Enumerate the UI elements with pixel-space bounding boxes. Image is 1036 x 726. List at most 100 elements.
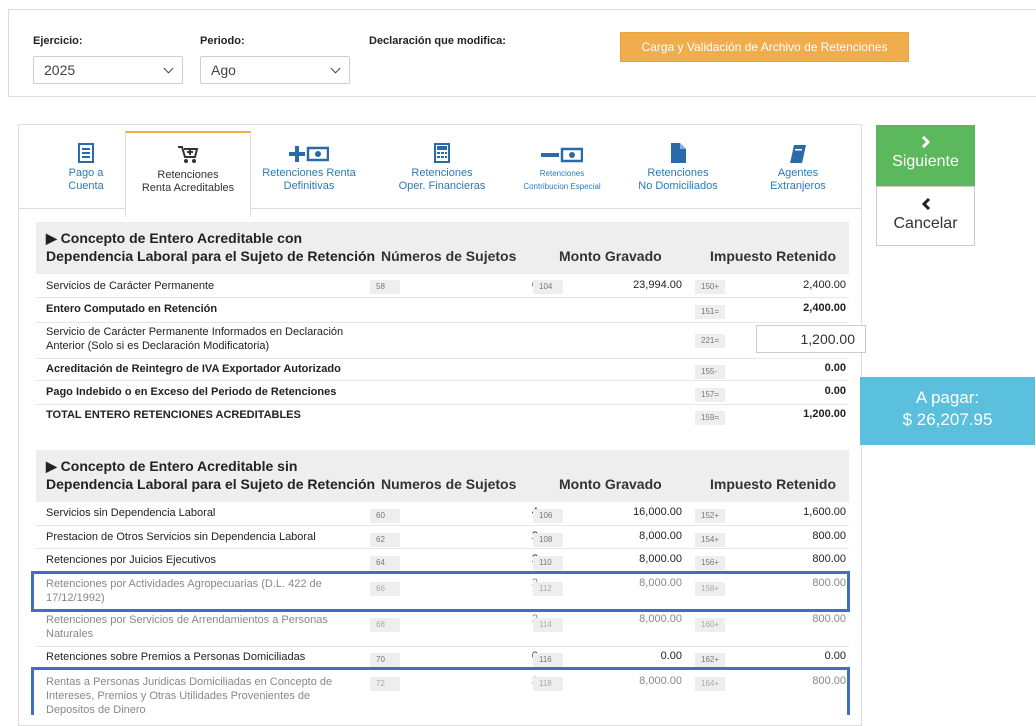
tab-renta-acreditables[interactable]: Retenciones Renta Acreditables bbox=[125, 131, 251, 217]
tab-label-1: Pago a bbox=[68, 167, 104, 179]
tab-label-2: Contribucion Especial bbox=[523, 182, 601, 191]
table-row: Servicios sin Dependencia Laboral 60 4 1… bbox=[36, 502, 849, 526]
tab-agentes-extranjeros[interactable]: Agentes Extranjeros bbox=[753, 125, 843, 209]
code-badge: 70 bbox=[370, 653, 400, 667]
table-row: Retenciones por Servicios de Arrendamien… bbox=[36, 610, 849, 647]
tab-label-2: No Domiciliados bbox=[638, 180, 718, 192]
chevron-down-icon bbox=[330, 63, 341, 74]
section2-header: ▶ Concepto de Entero Acreditable sin Dep… bbox=[36, 450, 849, 502]
code-badge: 221= bbox=[695, 334, 725, 348]
sujetos-value[interactable]: 0 bbox=[496, 650, 538, 662]
code-badge: 108 bbox=[533, 533, 563, 547]
sujetos-value[interactable]: 6 bbox=[496, 279, 538, 291]
monto-value[interactable]: 8,000.00 bbox=[606, 613, 682, 625]
row-label: Entero Computado en Retención bbox=[46, 303, 218, 315]
code-badge: 110 bbox=[533, 556, 563, 570]
cart-plus-icon bbox=[126, 143, 250, 165]
tab-pago-cuenta[interactable]: Pago a Cuenta bbox=[41, 125, 131, 209]
ejercicio-value: 2025 bbox=[44, 62, 76, 78]
chevron-left-icon bbox=[877, 197, 974, 215]
tab-label-1: Retenciones Renta bbox=[262, 167, 356, 179]
col-monto: Monto Gravado bbox=[559, 248, 662, 264]
impuesto-value: 800.00 bbox=[812, 613, 846, 625]
ejercicio-label: Ejercicio: bbox=[33, 35, 83, 47]
sujetos-value[interactable]: 2 bbox=[496, 613, 538, 625]
a-pagar-amount: $ 26,207.95 bbox=[902, 410, 993, 429]
section1-title-line1: ▶ Concepto de Entero Acreditable con bbox=[46, 230, 303, 246]
tab-contribucion-especial[interactable]: Retenciones Contribucion Especial bbox=[507, 125, 617, 209]
siguiente-label: Siguiente bbox=[892, 153, 959, 170]
table-row: Entero Computado en Retención 151= 2,400… bbox=[36, 297, 849, 323]
code-badge: 155- bbox=[695, 365, 725, 379]
code-badge: 154+ bbox=[695, 533, 725, 547]
file-icon bbox=[627, 141, 729, 163]
code-badge: 157= bbox=[695, 388, 725, 402]
monto-value[interactable]: 16,000.00 bbox=[606, 506, 682, 518]
code-badge: 114 bbox=[533, 618, 563, 632]
table-row: Servicios de Carácter Permanente 58 6 10… bbox=[36, 274, 849, 298]
table-row: Prestacion de Otros Servicios sin Depend… bbox=[36, 525, 849, 549]
code-badge: 156+ bbox=[695, 556, 725, 570]
a-pagar-summary: A pagar: $ 26,207.95 bbox=[860, 377, 1035, 445]
carga-validacion-button[interactable]: Carga y Validación de Archivo de Retenci… bbox=[620, 32, 909, 62]
sujetos-value[interactable]: 2 bbox=[496, 530, 538, 542]
highlight-box-agropecuarias bbox=[31, 571, 850, 612]
periodo-select[interactable]: Ago bbox=[200, 56, 350, 84]
book-icon bbox=[753, 141, 843, 163]
row-label: Acreditación de Reintegro de IVA Exporta… bbox=[46, 363, 341, 375]
impuesto-value: 800.00 bbox=[812, 553, 846, 565]
section1-title[interactable]: ▶ Concepto de Entero Acreditable con Dep… bbox=[46, 229, 375, 265]
chevron-right-icon bbox=[876, 135, 975, 153]
tab-label-2: Definitivas bbox=[283, 180, 335, 192]
row-label: Retenciones por Juicios Ejecutivos bbox=[46, 554, 216, 566]
row-label: TOTAL ENTERO RETENCIONES ACREDITABLES bbox=[46, 409, 301, 421]
sujetos-value[interactable]: 2 bbox=[496, 553, 538, 565]
col-impuesto: Impuesto Retenido bbox=[710, 476, 837, 492]
monto-value[interactable]: 8,000.00 bbox=[606, 530, 682, 542]
monto-value[interactable]: 23,994.00 bbox=[606, 279, 682, 291]
row-label: Servicios sin Dependencia Laboral bbox=[46, 507, 216, 519]
code-badge: 58 bbox=[370, 280, 400, 294]
code-badge: 60 bbox=[370, 509, 400, 523]
siguiente-button[interactable]: Siguiente bbox=[876, 125, 975, 186]
impuesto-value: 2,400.00 bbox=[803, 302, 846, 314]
cancelar-button[interactable]: Cancelar bbox=[876, 186, 975, 246]
tab-oper-financieras[interactable]: Retenciones Oper. Financieras bbox=[382, 125, 502, 209]
code-badge: 159= bbox=[695, 411, 725, 425]
row-label: Servicio de Carácter Permanente Informad… bbox=[46, 326, 344, 352]
impuesto-value: 1,600.00 bbox=[803, 506, 846, 518]
ejercicio-select[interactable]: 2025 bbox=[33, 56, 183, 84]
impuesto-input[interactable]: 1,200.00 bbox=[756, 325, 866, 353]
tab-label-2: Cuenta bbox=[68, 180, 104, 192]
table-row: TOTAL ENTERO RETENCIONES ACREDITABLES 15… bbox=[36, 404, 849, 434]
sujetos-value[interactable]: 4 bbox=[496, 506, 538, 518]
impuesto-value: 800.00 bbox=[812, 530, 846, 542]
tab-label-1: Retenciones bbox=[647, 167, 709, 179]
row-label: Servicios de Carácter Permanente bbox=[46, 280, 215, 292]
table-row: Acreditación de Reintegro de IVA Exporta… bbox=[36, 358, 849, 381]
code-badge: 150+ bbox=[695, 280, 725, 294]
row-label: Retenciones sobre Premios a Personas Dom… bbox=[46, 651, 306, 663]
periodo-value: Ago bbox=[211, 62, 236, 78]
tab-label-1: Retenciones bbox=[157, 169, 219, 181]
chevron-down-icon bbox=[163, 63, 174, 74]
section2-title-line1: ▶ Concepto de Entero Acreditable sin bbox=[46, 458, 298, 474]
monto-value[interactable]: 0.00 bbox=[606, 650, 682, 662]
row-label: Retenciones por Servicios de Arrendamien… bbox=[46, 614, 328, 640]
minus-money-icon bbox=[507, 141, 617, 163]
declaracion-label: Declaración que modifica: bbox=[369, 35, 506, 47]
tab-no-domiciliados[interactable]: Retenciones No Domiciliados bbox=[627, 125, 729, 209]
section1-header: ▶ Concepto de Entero Acreditable con Dep… bbox=[36, 222, 849, 274]
impuesto-value: 1,200.00 bbox=[803, 408, 846, 420]
code-badge: 116 bbox=[533, 653, 563, 667]
section2-title[interactable]: ▶ Concepto de Entero Acreditable sin Dep… bbox=[46, 457, 375, 493]
col-sujetos: Numeros de Sujetos bbox=[381, 476, 517, 492]
periodo-label: Periodo: bbox=[200, 35, 245, 47]
impuesto-value: 0.00 bbox=[824, 650, 846, 662]
impuesto-value: 0.00 bbox=[824, 362, 846, 374]
monto-value[interactable]: 8,000.00 bbox=[606, 553, 682, 565]
row-label: Prestacion de Otros Servicios sin Depend… bbox=[46, 531, 316, 543]
tab-renta-definitivas[interactable]: Retenciones Renta Definitivas bbox=[251, 125, 367, 209]
code-badge: 62 bbox=[370, 533, 400, 547]
impuesto-value: 2,400.00 bbox=[803, 279, 846, 291]
